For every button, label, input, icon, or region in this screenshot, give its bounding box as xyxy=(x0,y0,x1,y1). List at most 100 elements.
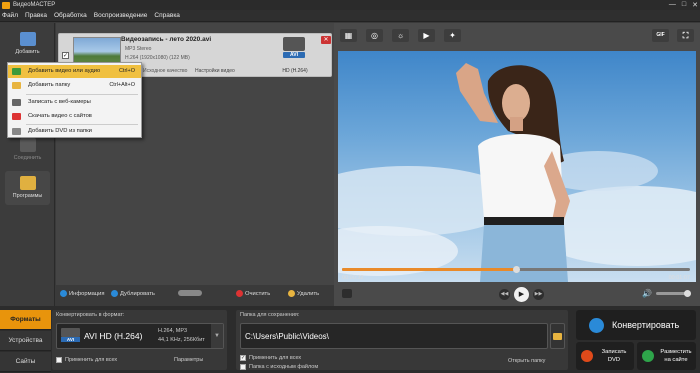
speaker-icon[interactable]: 🔊 xyxy=(642,289,652,298)
info-button[interactable]: Информация xyxy=(60,290,105,297)
menu-item-webcam[interactable]: Записать с веб-камеры xyxy=(8,96,141,109)
info-icon xyxy=(60,290,67,297)
menu-file[interactable]: Файл xyxy=(2,12,18,19)
maximize-button[interactable]: □ xyxy=(682,1,686,9)
add-tool-label: Добавить xyxy=(15,49,40,55)
film-strip-button[interactable]: ▦ xyxy=(340,29,357,42)
browse-folder-button[interactable] xyxy=(550,323,565,349)
upload-label: Разместить на сайте xyxy=(660,349,692,363)
source-folder-checkbox[interactable] xyxy=(240,364,246,370)
output-label: Папка для сохранения: xyxy=(240,312,300,318)
close-window-button[interactable]: ✕ xyxy=(692,1,698,9)
menu-playback[interactable]: Воспроизведение xyxy=(94,12,148,19)
menu-help[interactable]: Справка xyxy=(154,12,180,19)
menu-item-shortcut: Ctrl+Alt+O xyxy=(109,82,135,88)
folder-menu-icon xyxy=(12,82,21,89)
output-apply-all-label: Применить для всех xyxy=(249,355,302,361)
volume-handle[interactable] xyxy=(683,290,691,297)
format-selector[interactable]: AVI AVI HD (H.264) H.264, MP3 44,1 KHz, … xyxy=(56,323,224,349)
play-button[interactable]: ▶ xyxy=(514,287,529,302)
programs-tool-label: Программы xyxy=(12,193,43,199)
open-folder-button[interactable]: Открыть папку xyxy=(508,358,545,364)
format-codecs: H.264, MP3 xyxy=(158,328,188,334)
output-apply-all-checkbox[interactable]: ✓ xyxy=(240,355,246,361)
duplicate-label: Дублировать xyxy=(120,290,155,297)
add-tool-button[interactable]: Добавить xyxy=(5,27,50,61)
duplicate-button[interactable]: Дублировать xyxy=(111,290,155,297)
tab-sites[interactable]: Сайты xyxy=(0,352,51,372)
output-panel: Папка для сохранения: C:\Users\Public\Vi… xyxy=(236,310,568,370)
film-icon xyxy=(283,37,305,51)
output-path-field[interactable]: C:\Users\Public\Videos\ xyxy=(240,323,548,349)
params-button[interactable]: Параметры xyxy=(174,357,203,363)
webcam-menu-icon xyxy=(12,99,21,106)
menu-item-add-dvd[interactable]: Добавить DVD из папки xyxy=(8,125,141,138)
delete-icon xyxy=(288,290,295,297)
merge-tool-button[interactable]: Соединить xyxy=(5,133,50,167)
view-toggle[interactable] xyxy=(178,290,202,296)
burn-dvd-button[interactable]: Записать DVD xyxy=(576,342,634,370)
format-audio: 44,1 KHz, 256Кбит xyxy=(158,337,205,343)
menu-edit[interactable]: Правка xyxy=(25,12,47,19)
menu-separator xyxy=(26,94,138,95)
menu-processing[interactable]: Обработка xyxy=(54,12,87,19)
format-dropdown-icon[interactable]: ▼ xyxy=(211,324,223,348)
forward-button[interactable]: ▶▶ xyxy=(533,289,544,300)
format-name: AVI HD (H.264) xyxy=(84,331,143,341)
video-preview[interactable] xyxy=(338,51,696,282)
menu-item-add-folder[interactable]: Добавить папку Ctrl+Alt+O xyxy=(8,79,141,92)
clip-settings-link[interactable]: Настройки видео xyxy=(195,68,235,74)
clip-quality[interactable]: Исходное качество xyxy=(143,68,187,74)
remove-clip-button[interactable]: ✕ xyxy=(321,36,331,44)
motion-button[interactable]: ✦ xyxy=(444,29,461,42)
clip-format-icon[interactable]: AVI xyxy=(279,37,309,67)
rewind-button[interactable]: ◀◀ xyxy=(499,289,510,300)
menu-item-label: Добавить видео или аудио xyxy=(28,68,101,74)
delete-button[interactable]: Удалить xyxy=(288,290,319,297)
timeline-progress xyxy=(342,268,516,271)
timeline-handle[interactable] xyxy=(513,266,520,273)
upload-button[interactable]: Разместить на сайте xyxy=(637,342,696,370)
volume-control: 🔊 xyxy=(642,289,691,298)
convert-button[interactable]: Конвертировать xyxy=(576,310,696,340)
duplicate-icon xyxy=(111,290,118,297)
dvd-menu-icon xyxy=(12,128,21,135)
menu-item-label: Добавить DVD из папки xyxy=(28,128,92,134)
snapshot-icon[interactable] xyxy=(342,289,352,298)
upload-icon xyxy=(642,350,654,362)
volume-slider[interactable] xyxy=(655,290,691,297)
clip-checkbox[interactable]: ✓ xyxy=(62,52,69,59)
menu-item-add-video[interactable]: Добавить видео или аудио Ctrl+O xyxy=(8,65,141,78)
clip-name: Видеозапись - лето 2020.avi xyxy=(121,36,212,43)
folder-icon xyxy=(553,333,562,340)
merge-tool-label: Соединить xyxy=(13,155,42,161)
timeline-slider[interactable] xyxy=(342,266,690,273)
time-current: 00:00:32 xyxy=(342,275,364,281)
clip-format-badge: AVI xyxy=(283,52,305,58)
fullscreen-button[interactable]: ⛶ xyxy=(677,29,694,42)
format-apply-all-checkbox[interactable] xyxy=(56,357,62,363)
clear-icon xyxy=(236,290,243,297)
gif-button[interactable]: GIF xyxy=(652,29,669,42)
minimize-button[interactable]: — xyxy=(669,1,676,9)
bottom-panel: Форматы Устройства Сайты Конвертировать … xyxy=(0,306,700,373)
format-apply-all-label: Применить для всех xyxy=(65,357,118,363)
convert-icon xyxy=(589,318,604,333)
effects-button[interactable]: ◎ xyxy=(366,29,383,42)
brightness-button[interactable]: ☼ xyxy=(392,29,409,42)
clip-format-label: HD (H.264) xyxy=(282,68,308,74)
menu-item-label: Добавить папку xyxy=(28,82,71,88)
programs-tool-button[interactable]: Программы xyxy=(5,171,50,205)
app-logo-icon xyxy=(2,1,10,9)
menu-item-label: Скачать видео с сайтов xyxy=(28,113,92,119)
add-context-menu: Добавить видео или аудио Ctrl+O Добавить… xyxy=(7,62,142,138)
tab-formats[interactable]: Форматы xyxy=(0,310,51,330)
format-badge: AVI xyxy=(61,337,80,342)
download-menu-icon xyxy=(12,113,21,120)
clip-video-info: H.264 (1920x1080) (122 MB) xyxy=(125,55,190,61)
speed-button[interactable]: ▶ xyxy=(418,29,435,42)
menu-item-download[interactable]: Скачать видео с сайтов xyxy=(8,110,141,123)
output-path: C:\Users\Public\Videos\ xyxy=(245,332,329,341)
clear-button[interactable]: Очистить xyxy=(236,290,270,297)
tab-devices[interactable]: Устройства xyxy=(0,331,51,351)
